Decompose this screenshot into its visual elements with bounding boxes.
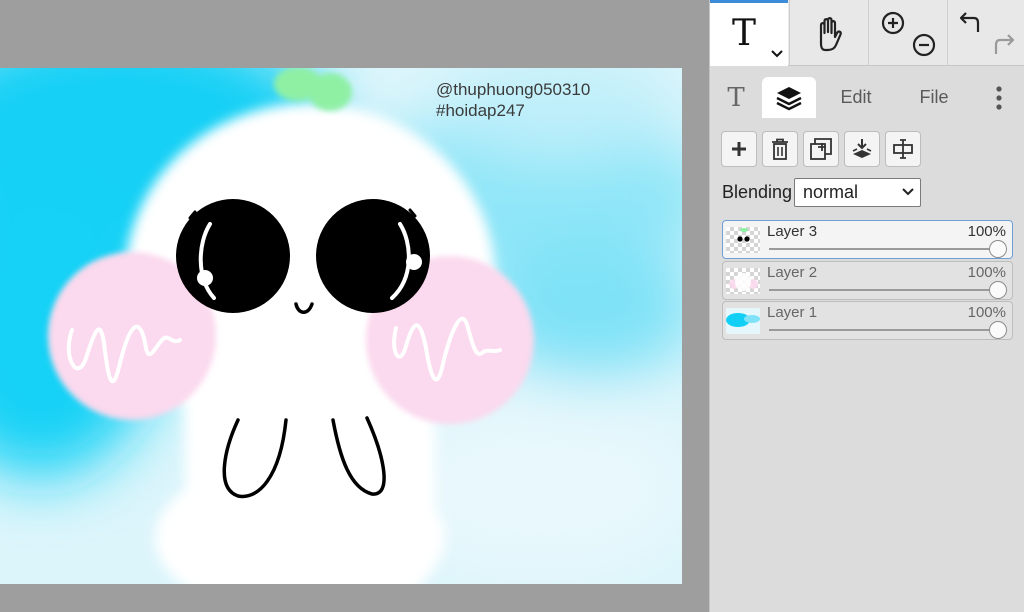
layer-opacity-value: 100% [967, 223, 1006, 240]
opacity-slider-thumb[interactable] [989, 321, 1007, 339]
blending-row: Blending normal [722, 177, 921, 207]
blending-label: Blending [722, 181, 793, 202]
panel-tabs: T Edit File [710, 66, 1024, 118]
blending-mode-select[interactable]: normal [794, 178, 921, 207]
text-tool-button[interactable]: T [710, 0, 788, 66]
zoom-tools [868, 0, 946, 66]
layer-name: Layer 1 [767, 304, 818, 321]
tab-text[interactable]: T [716, 77, 756, 118]
more-menu-button[interactable] [984, 77, 1014, 118]
layer-name: Layer 3 [767, 223, 818, 240]
blending-mode-value: normal [803, 182, 859, 202]
layer-name: Layer 2 [767, 264, 818, 281]
side-panel: T T Edit File Blending normal Layer 3 10… [709, 0, 1024, 612]
tab-edit[interactable]: Edit [826, 77, 886, 118]
layers-icon [776, 86, 802, 110]
watermark-hashtag: #hoidap247 [436, 101, 525, 120]
tab-file[interactable]: File [906, 77, 962, 118]
history-tools [947, 0, 1024, 66]
delete-layer-button[interactable] [762, 131, 798, 167]
opacity-slider-track[interactable] [769, 248, 997, 250]
drawing-canvas[interactable]: @thuphuong050310 #hoidap247 [0, 68, 682, 584]
layer-opacity-value: 100% [967, 264, 1006, 281]
tool-bar: T [710, 0, 1024, 66]
text-tool-icon: T [732, 13, 757, 54]
layer-thumbnail [726, 227, 760, 253]
merge-down-icon [852, 139, 872, 158]
duplicate-layer-icon [810, 138, 832, 160]
zoom-out-icon[interactable] [911, 32, 937, 58]
chevron-down-icon [902, 188, 914, 196]
tab-layers[interactable] [762, 77, 816, 118]
merge-down-button[interactable] [844, 131, 880, 167]
artwork [0, 68, 682, 584]
opacity-slider-track[interactable] [769, 329, 997, 331]
layer-item-2[interactable]: Layer 2 100% [722, 261, 1013, 300]
layer-opacity-value: 100% [967, 304, 1006, 321]
layer-item-1[interactable]: Layer 1 100% [722, 301, 1013, 340]
more-vertical-icon [996, 85, 1002, 110]
layer-item-3[interactable]: Layer 3 100% [722, 220, 1013, 259]
chevron-down-icon[interactable] [771, 49, 783, 59]
add-layer-button[interactable] [721, 131, 757, 167]
opacity-slider-track[interactable] [769, 289, 997, 291]
layer-properties-button[interactable] [885, 131, 921, 167]
duplicate-layer-button[interactable] [803, 131, 839, 167]
opacity-slider-thumb[interactable] [989, 240, 1007, 258]
zoom-in-icon[interactable] [880, 10, 906, 36]
hand-tool-button[interactable] [789, 0, 867, 66]
watermark-handle: @thuphuong050310 [436, 80, 591, 99]
layer-thumbnail [726, 268, 760, 294]
add-layer-icon [732, 142, 746, 156]
undo-icon[interactable] [958, 10, 984, 34]
redo-icon[interactable] [990, 32, 1016, 56]
hand-icon [819, 17, 842, 52]
delete-layer-icon [772, 138, 788, 160]
workspace: @thuphuong050310 #hoidap247 [0, 0, 709, 612]
layer-properties-icon [893, 139, 913, 159]
layer-thumbnail [726, 308, 760, 334]
text-tab-icon: T [727, 82, 745, 113]
opacity-slider-thumb[interactable] [989, 281, 1007, 299]
